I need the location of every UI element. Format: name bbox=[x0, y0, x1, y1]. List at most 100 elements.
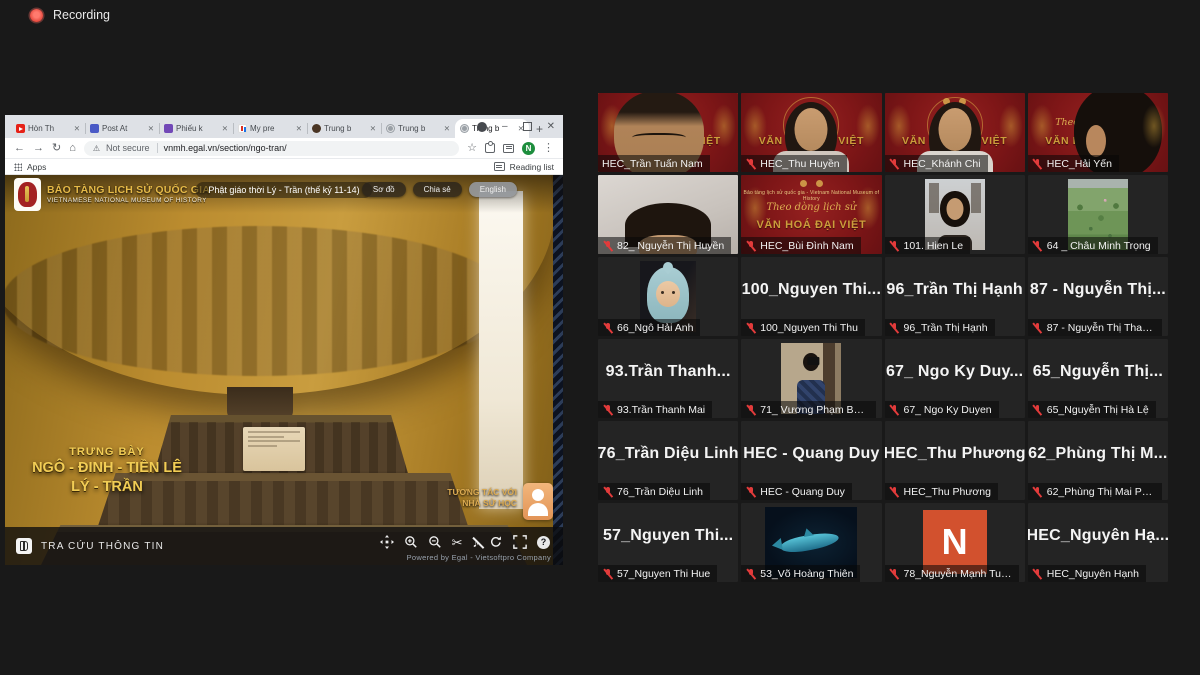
participant-tile[interactable]: 76_Trần Diệu Linh 76_Trần Diệu Linh bbox=[598, 421, 738, 500]
map-button[interactable]: Sơ đồ bbox=[362, 182, 406, 197]
participant-label: 62_Phùng Thị Mai Phương bbox=[1028, 483, 1163, 500]
participant-tile[interactable]: HEC - Quang Duy HEC - Quang Duy bbox=[741, 421, 881, 500]
window-close-button[interactable]: ✕ bbox=[547, 122, 555, 132]
apps-grid-icon[interactable] bbox=[14, 163, 22, 171]
browser-tab[interactable]: Post At ✕ bbox=[85, 119, 159, 138]
tab-close-icon[interactable]: ✕ bbox=[444, 124, 450, 133]
reading-list-icon[interactable] bbox=[494, 162, 505, 171]
url-field[interactable]: ⚠ Not secure vnmh.egal.vn/section/ngo-tr… bbox=[84, 141, 459, 156]
participant-label: 82_ Nguyễn Thị Huyền bbox=[598, 237, 731, 254]
participant-tile[interactable]: 65_Nguyễn Thị... 65_Nguyễn Thị Hà Lệ bbox=[1028, 339, 1168, 418]
music-off-icon[interactable]: ♪ bbox=[473, 536, 480, 549]
participant-tile[interactable]: HEC_Nguyên Hạ... HEC_Nguyên Hạnh bbox=[1028, 503, 1168, 582]
participant-tile[interactable]: 93.Trần Thanh... 93.Trần Thanh Mai bbox=[598, 339, 738, 418]
fullscreen-icon[interactable] bbox=[513, 535, 527, 549]
tab-close-icon[interactable]: ✕ bbox=[74, 124, 80, 133]
youtube-favicon bbox=[16, 124, 25, 133]
pan-icon[interactable] bbox=[380, 535, 394, 549]
participant-tile[interactable]: 67_ Ngo Ky Duy... 67_ Ngo Ky Duyen bbox=[885, 339, 1025, 418]
gallery-column bbox=[479, 191, 523, 509]
profile-avatar[interactable]: N bbox=[522, 142, 535, 155]
recording-indicator: Recording bbox=[30, 8, 110, 22]
reading-list-label[interactable]: Reading list bbox=[510, 162, 554, 172]
participant-label: 57_Nguyen Thi Hue bbox=[598, 565, 717, 582]
lookup-info-button[interactable]: TRA CỨU THÔNG TIN bbox=[16, 538, 164, 554]
participant-label: 93.Trần Thanh Mai bbox=[598, 401, 712, 418]
participant-tile[interactable]: 66_Ngô Hải Anh bbox=[598, 257, 738, 336]
browser-tab[interactable]: My pre ✕ bbox=[233, 119, 307, 138]
security-label: Not secure bbox=[106, 143, 158, 153]
participant-tile[interactable]: 100_Nguyen Thi... 100_Nguyen Thi Thu bbox=[741, 257, 881, 336]
language-button[interactable]: English bbox=[469, 182, 517, 197]
participant-label: 53_Võ Hoàng Thiên bbox=[741, 565, 860, 582]
help-icon[interactable]: ? bbox=[537, 536, 550, 549]
participant-tile[interactable]: N 78_Nguyễn Mạnh Tuấn bbox=[885, 503, 1025, 582]
participant-label: HEC_Thu Huyền bbox=[741, 155, 846, 172]
participant-display-name: 87 - Nguyễn Thị... bbox=[1028, 257, 1168, 322]
participant-label: 64 _ Châu Minh Trọng bbox=[1028, 237, 1158, 254]
forward-icon[interactable]: → bbox=[33, 143, 44, 154]
meeting-screen: Recording Hòn Th ✕ Post At ✕ Phiếu k ✕ M… bbox=[0, 0, 1200, 675]
participant-tile[interactable]: 87 - Nguyễn Thị... 87 - Nguyễn Thị Thanh… bbox=[1028, 257, 1168, 336]
participant-tile[interactable]: 57_Nguyen Thi... 57_Nguyen Thi Hue bbox=[598, 503, 738, 582]
participant-tile[interactable]: VĂN HOÁ ĐẠI VIỆT HEC_Thu Huyền bbox=[741, 93, 881, 172]
museum-tour-viewport[interactable]: BẢO TÀNG LỊCH SỬ QUỐC GIA VIETNAMESE NAT… bbox=[5, 175, 563, 565]
participant-label: HEC_Hải Yến bbox=[1028, 155, 1119, 172]
participant-tile[interactable]: 71_ Vương Phạm Bảo Ch... bbox=[741, 339, 881, 418]
browser-circle-icon[interactable] bbox=[477, 122, 487, 132]
participant-tile[interactable]: 96_Trần Thị Hạnh 96_Trần Thị Hạnh bbox=[885, 257, 1025, 336]
mic-muted-icon bbox=[1032, 568, 1043, 580]
section-title: Phật giáo thời Lý - Trần (thế kỷ 11-14) bbox=[195, 182, 372, 198]
participant-display-name: HEC - Quang Duy bbox=[741, 421, 881, 486]
participant-display-name: 62_Phùng Thị M... bbox=[1028, 421, 1168, 486]
participant-tile[interactable]: Theo dòng lịch sử VĂN HOÁ ĐẠI VIỆT HEC_H… bbox=[1028, 93, 1168, 172]
browser-window: Hòn Th ✕ Post At ✕ Phiếu k ✕ My pre ✕ Tr… bbox=[5, 115, 563, 563]
zoom-in-icon[interactable] bbox=[404, 535, 418, 549]
participant-tile[interactable]: Bảo tàng lịch sử quốc gia - Vietnam Nati… bbox=[741, 175, 881, 254]
tab-close-icon[interactable]: ✕ bbox=[296, 124, 302, 133]
zoom-out-icon[interactable] bbox=[428, 535, 442, 549]
tab-close-icon[interactable]: ✕ bbox=[222, 124, 228, 133]
participant-tile[interactable]: 64 _ Châu Minh Trọng bbox=[1028, 175, 1168, 254]
participant-tile[interactable]: HEC_Thu Phương HEC_Thu Phương bbox=[885, 421, 1025, 500]
participant-tile[interactable]: 101. Hien Le bbox=[885, 175, 1025, 254]
participant-tile[interactable]: 62_Phùng Thị M... 62_Phùng Thị Mai Phươn… bbox=[1028, 421, 1168, 500]
rotate-icon[interactable] bbox=[489, 535, 503, 549]
participant-display-name: 100_Nguyen Thi... bbox=[741, 257, 881, 322]
back-icon[interactable]: ← bbox=[14, 143, 25, 154]
participant-display-name: 93.Trần Thanh... bbox=[598, 339, 738, 404]
museum-logo[interactable] bbox=[14, 178, 41, 211]
participant-tile[interactable]: VĂN HOÁ ĐẠI VIỆT HEC_Khánh Chi bbox=[885, 93, 1025, 172]
browser-tab[interactable]: Trung b ✕ bbox=[381, 119, 455, 138]
apps-label[interactable]: Apps bbox=[27, 162, 46, 172]
browser-tab[interactable]: Trung b ✕ bbox=[307, 119, 381, 138]
browser-tab[interactable]: Phiếu k ✕ bbox=[159, 119, 233, 138]
participant-grid: VĂN HOÁ ĐẠI VIỆT HEC_Trần Tuấn Nam VĂN H… bbox=[598, 93, 1168, 582]
mic-muted-icon bbox=[889, 240, 900, 252]
mic-muted-icon bbox=[745, 568, 756, 580]
participant-label: 78_Nguyễn Mạnh Tuấn bbox=[885, 565, 1020, 582]
participant-tile-active-speaker[interactable]: VĂN HOÁ ĐẠI VIỆT HEC_Trần Tuấn Nam bbox=[598, 93, 738, 172]
participant-label: HEC_Bùi Đình Nam bbox=[741, 237, 860, 254]
extensions-icon[interactable] bbox=[485, 143, 495, 153]
scissors-icon[interactable]: ✂ bbox=[452, 536, 463, 549]
window-maximize-button[interactable] bbox=[523, 122, 532, 131]
share-button[interactable]: Chia sẻ bbox=[413, 182, 462, 197]
home-icon[interactable]: ⌂ bbox=[69, 143, 76, 154]
participant-label: 65_Nguyễn Thị Hà Lệ bbox=[1028, 401, 1156, 418]
participant-tile[interactable]: 53_Võ Hoàng Thiên bbox=[741, 503, 881, 582]
historian-avatar-icon[interactable] bbox=[523, 483, 553, 520]
mic-muted-icon bbox=[889, 158, 900, 170]
tab-close-icon[interactable]: ✕ bbox=[148, 124, 154, 133]
browser-tab[interactable]: Hòn Th ✕ bbox=[11, 119, 85, 138]
reading-list-icon[interactable] bbox=[503, 144, 514, 153]
window-minimize-button[interactable]: – bbox=[502, 122, 508, 132]
tab-close-icon[interactable]: ✕ bbox=[370, 124, 376, 133]
url-text: vnmh.egal.vn/section/ngo-tran/ bbox=[164, 143, 287, 153]
book-icon bbox=[16, 538, 32, 554]
participant-tile[interactable]: 82_ Nguyễn Thị Huyền bbox=[598, 175, 738, 254]
bookmark-star-icon[interactable]: ☆ bbox=[467, 143, 477, 154]
mic-muted-icon bbox=[602, 568, 613, 580]
browser-menu-icon[interactable]: ⋮ bbox=[543, 143, 554, 154]
reload-icon[interactable]: ↻ bbox=[52, 143, 61, 154]
